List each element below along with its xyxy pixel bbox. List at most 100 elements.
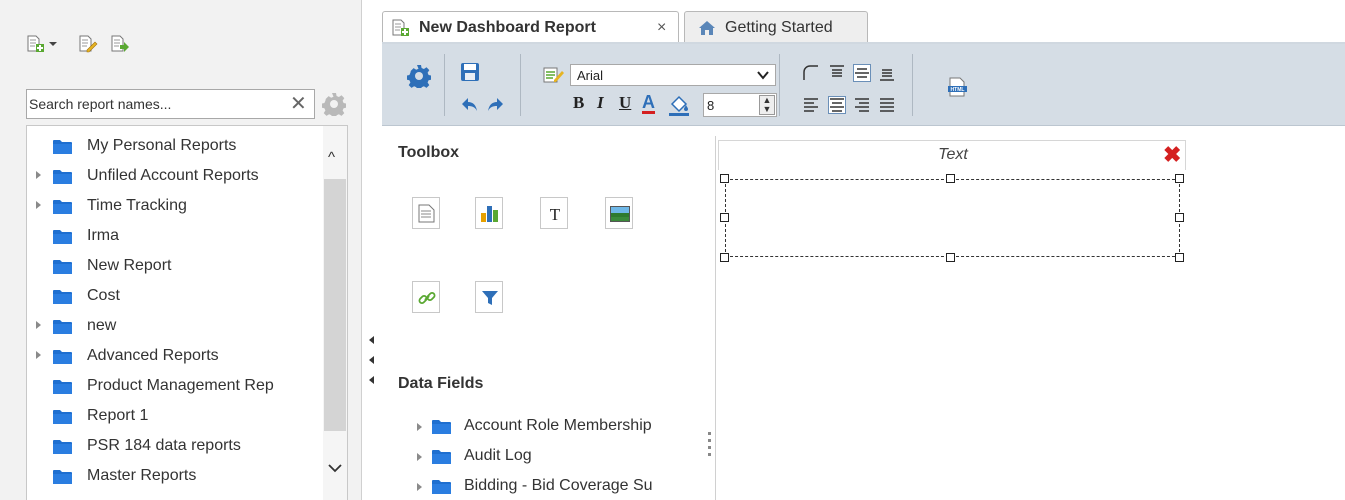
dashboard-report-icon [392, 19, 409, 36]
underline-button[interactable]: U [619, 93, 631, 113]
report-search-input[interactable] [29, 94, 284, 114]
data-fields-title: Data Fields [398, 375, 484, 392]
font-color-button[interactable]: A [642, 93, 655, 114]
expand-arrow-icon[interactable] [417, 423, 422, 431]
resize-handle[interactable] [720, 213, 729, 222]
align-top-icon[interactable] [828, 64, 846, 82]
resize-handle[interactable] [1175, 253, 1184, 262]
expand-arrow-icon[interactable] [36, 201, 41, 209]
tree-item[interactable]: Unfiled Account Reports [27, 162, 322, 192]
new-report-icon[interactable] [26, 34, 46, 54]
tab-new-dashboard-report[interactable]: New Dashboard Report × [382, 11, 679, 42]
format-painter-icon[interactable] [542, 64, 564, 86]
tree-item[interactable]: Product Management Rep [27, 372, 322, 402]
tree-item[interactable]: New Report [27, 252, 322, 282]
report-browser-panel: ✕ My Personal Reports Unfiled Account Rep… [0, 0, 362, 500]
tree-item[interactable]: Time Tracking [27, 192, 322, 222]
align-right-icon[interactable] [853, 96, 871, 114]
text-widget-body[interactable] [725, 179, 1180, 257]
redo-icon[interactable] [485, 96, 505, 114]
data-field-item[interactable]: Account Role Membership [414, 414, 714, 440]
border-corner-icon[interactable] [802, 64, 820, 82]
text-widget-header[interactable]: Text ✖ [718, 140, 1186, 170]
justify-icon[interactable] [878, 96, 896, 114]
spinner-icon[interactable]: ▲ ▼ [759, 95, 775, 115]
expand-arrow-icon[interactable] [417, 453, 422, 461]
expand-arrow-icon[interactable] [36, 321, 41, 329]
settings-gear-icon[interactable] [407, 64, 431, 88]
collapse-arrow-icon[interactable] [369, 356, 374, 364]
chevron-down-icon [757, 71, 769, 80]
image-tool-button[interactable] [605, 197, 633, 229]
align-middle-icon[interactable] [853, 64, 871, 82]
link-tool-button[interactable] [412, 281, 440, 313]
tree-item-label: Product Management Rep [87, 377, 274, 394]
tree-item[interactable]: Advanced Reports [27, 342, 322, 372]
tree-item[interactable]: new [27, 312, 322, 342]
data-field-item[interactable]: Bidding - Bid Coverage Su [414, 474, 714, 500]
save-icon[interactable] [460, 62, 480, 82]
remove-widget-icon[interactable]: ✖ [1163, 143, 1181, 167]
align-center-icon[interactable] [828, 96, 846, 114]
report-folder-tree: My Personal Reports Unfiled Account Repor… [26, 125, 348, 500]
edit-report-icon[interactable] [78, 34, 98, 54]
tab-getting-started[interactable]: Getting Started [684, 11, 868, 42]
tree-item[interactable]: Report 1 [27, 402, 322, 432]
resize-handle[interactable] [1175, 174, 1184, 183]
close-tab-icon[interactable]: × [657, 19, 666, 37]
undo-icon[interactable] [460, 96, 480, 114]
collapse-arrow-icon[interactable] [369, 336, 374, 344]
link-icon [418, 292, 436, 304]
align-bottom-icon[interactable] [878, 64, 896, 82]
tree-item[interactable]: My Personal Reports [27, 132, 322, 162]
scrollbar-thumb[interactable] [324, 179, 346, 431]
gear-icon[interactable] [322, 92, 346, 116]
bold-button[interactable]: B [573, 93, 584, 113]
tree-item[interactable]: Cost [27, 282, 322, 312]
filter-tool-button[interactable] [475, 281, 503, 313]
expand-arrow-icon[interactable] [36, 351, 41, 359]
export-report-icon[interactable] [110, 34, 130, 54]
italic-button[interactable]: I [597, 93, 604, 113]
data-field-label: Bidding - Bid Coverage Su [464, 477, 653, 494]
folder-icon [53, 140, 72, 154]
report-icon [418, 204, 435, 223]
resize-handle[interactable] [946, 253, 955, 262]
tree-item-label: Cost [87, 287, 120, 304]
scroll-down-icon[interactable] [328, 463, 342, 473]
tree-item-label: new [87, 317, 117, 334]
tree-item[interactable]: Irma [27, 222, 322, 252]
report-tool-button[interactable] [412, 197, 440, 229]
tree-item[interactable]: PSR 184 data reports [27, 432, 322, 462]
panel-splitter[interactable] [362, 0, 382, 500]
clear-search-icon[interactable]: ✕ [290, 93, 307, 115]
font-size-stepper[interactable]: 8 ▲ ▼ [703, 93, 777, 117]
dropdown-arrow-icon[interactable] [48, 40, 58, 48]
text-tool-button[interactable]: T [540, 197, 568, 229]
data-field-item[interactable]: Audit Log [414, 444, 714, 470]
export-html-icon[interactable]: HTML [947, 77, 969, 97]
expand-arrow-icon[interactable] [417, 483, 422, 491]
align-left-icon[interactable] [802, 96, 820, 114]
resize-grip-icon[interactable] [708, 432, 712, 460]
resize-handle[interactable] [720, 253, 729, 262]
tab-label: Getting Started [725, 19, 833, 36]
folder-icon [53, 410, 72, 424]
folder-icon [53, 170, 72, 184]
fill-color-icon[interactable] [668, 94, 690, 116]
chart-tool-button[interactable] [475, 197, 503, 229]
collapse-arrow-icon[interactable] [369, 376, 374, 384]
scroll-up-icon[interactable]: ^ [328, 150, 335, 165]
tree-scrollbar[interactable]: ^ [323, 126, 347, 500]
toolbox-title: Toolbox [398, 144, 460, 161]
resize-handle[interactable] [946, 174, 955, 183]
expand-arrow-icon[interactable] [36, 171, 41, 179]
chart-icon [481, 206, 498, 222]
report-editor-toolbar: HTML [382, 42, 1345, 126]
tree-item[interactable]: Master Reports [27, 462, 322, 492]
resize-handle[interactable] [1175, 213, 1184, 222]
font-family-select[interactable]: Arial [570, 64, 776, 86]
resize-handle[interactable] [720, 174, 729, 183]
widget-title: Text [938, 146, 968, 163]
folder-icon [53, 200, 72, 214]
